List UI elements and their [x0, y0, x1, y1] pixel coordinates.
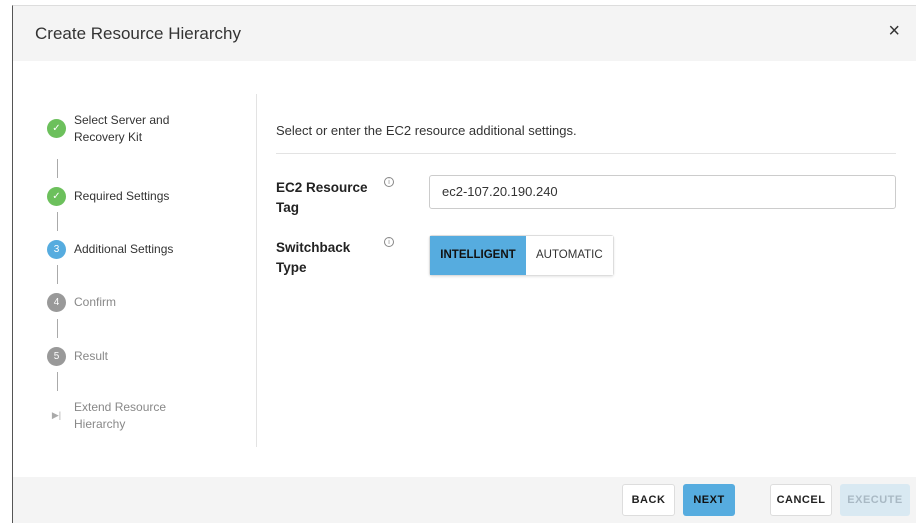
- step-select-server: ✓ Select Server and Recovery Kit: [47, 113, 204, 146]
- field-label: Switchback Type: [276, 240, 351, 275]
- step-number-icon: 3: [47, 240, 66, 259]
- dialog-title: Create Resource Hierarchy: [35, 24, 241, 43]
- cancel-button[interactable]: CANCEL: [770, 484, 832, 516]
- dialog-header: Create Resource Hierarchy ×: [13, 6, 916, 61]
- step-label: Required Settings: [74, 189, 170, 203]
- info-icon[interactable]: i: [384, 177, 394, 187]
- back-button[interactable]: BACK: [622, 484, 675, 516]
- option-intelligent[interactable]: INTELLIGENT: [430, 236, 526, 275]
- step-result: 5 Result: [47, 347, 204, 366]
- step-label: Confirm: [74, 295, 117, 309]
- step-additional-settings: 3 Additional Settings: [47, 240, 204, 259]
- create-resource-hierarchy-dialog: Create Resource Hierarchy × ✓ Select Ser…: [12, 5, 916, 523]
- step-label: Additional Settings: [74, 242, 174, 256]
- step-connector: [57, 372, 58, 391]
- check-icon: ✓: [47, 187, 66, 206]
- skip-forward-icon: ▶|: [51, 410, 62, 420]
- step-label: Select Server and Recovery Kit: [74, 113, 170, 144]
- execute-button[interactable]: EXECUTE: [840, 484, 910, 516]
- switchback-type-toggle: INTELLIGENT AUTOMATIC: [429, 235, 614, 276]
- step-number-icon: 4: [47, 293, 66, 312]
- ec2-resource-tag-input[interactable]: ec2-107.20.190.240: [429, 175, 896, 209]
- step-label: Result: [74, 349, 109, 363]
- step-connector: [57, 159, 58, 178]
- check-icon: ✓: [47, 119, 66, 138]
- step-number-icon: 5: [47, 347, 66, 366]
- dialog-footer: BACK NEXT CANCEL EXECUTE: [13, 477, 916, 523]
- step-required-settings: ✓ Required Settings: [47, 187, 204, 206]
- divider: [256, 94, 257, 447]
- next-button[interactable]: NEXT: [683, 484, 735, 516]
- close-icon[interactable]: ×: [888, 20, 900, 43]
- step-connector: [57, 319, 58, 338]
- settings-panel: Select or enter the EC2 resource additio…: [276, 94, 896, 276]
- step-confirm: 4 Confirm: [47, 293, 204, 312]
- field-label: EC2 Resource Tag: [276, 180, 368, 215]
- step-label: Extend Resource Hierarchy: [74, 400, 167, 431]
- step-extend: ▶| Extend Resource Hierarchy: [47, 400, 204, 433]
- step-connector: [57, 265, 58, 284]
- intro-text: Select or enter the EC2 resource additio…: [276, 123, 896, 154]
- info-icon[interactable]: i: [384, 237, 394, 247]
- option-automatic[interactable]: AUTOMATIC: [526, 236, 613, 275]
- step-connector: [57, 212, 58, 231]
